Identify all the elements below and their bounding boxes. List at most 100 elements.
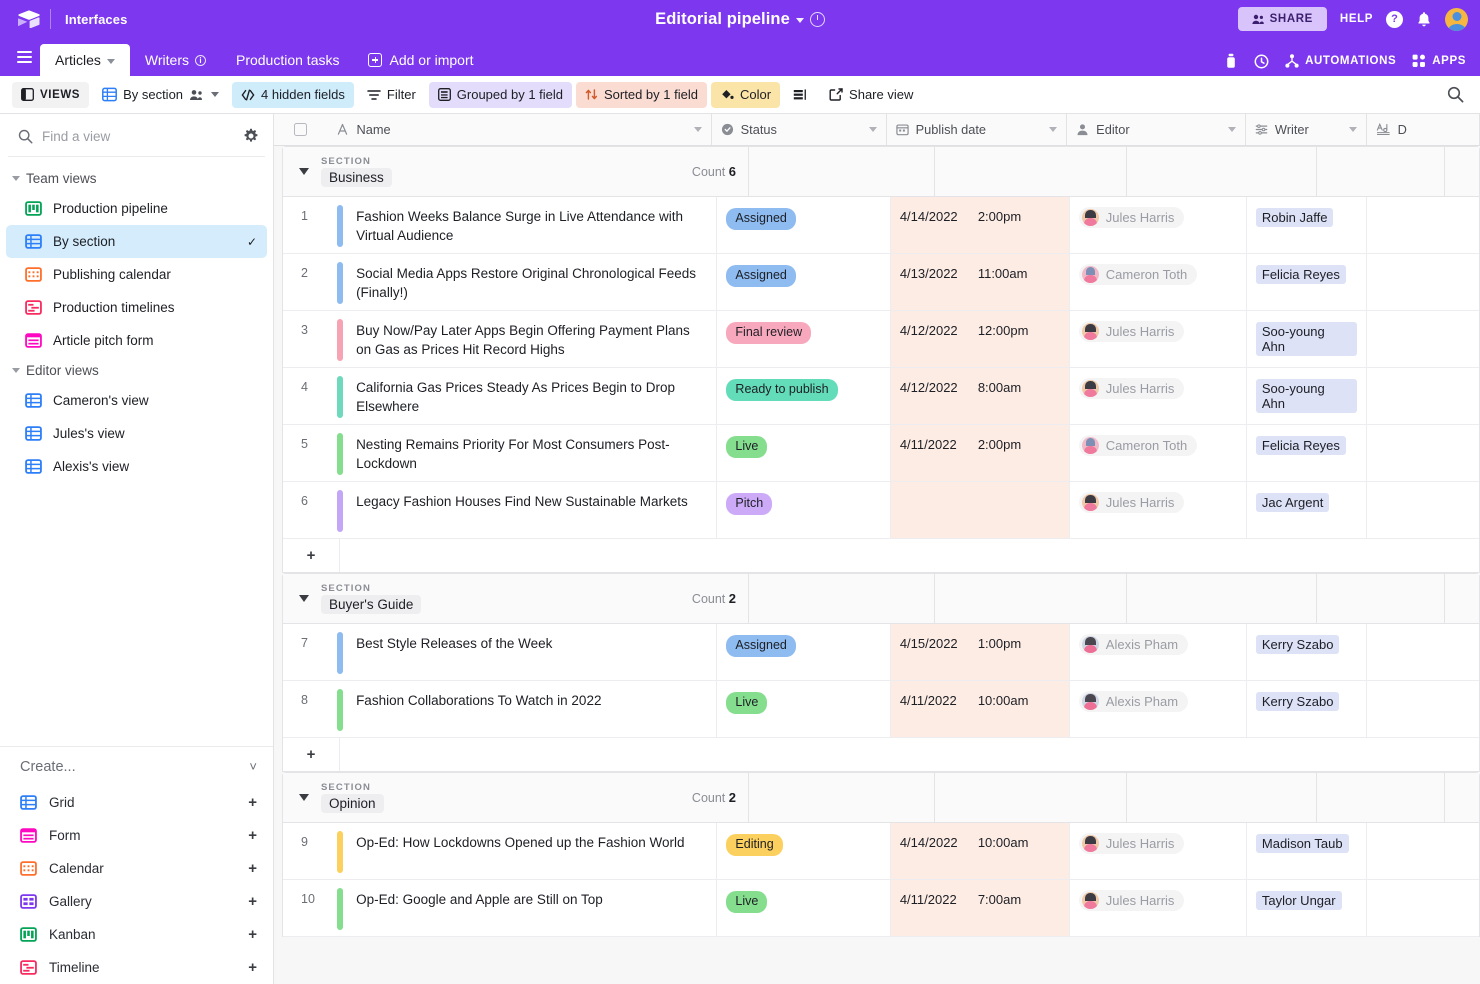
cell-publish-date[interactable]: 4/11/2022 2:00pm <box>890 425 1070 481</box>
filter-button[interactable]: Filter <box>358 82 425 108</box>
sidebar-toggle-icon[interactable] <box>8 38 40 76</box>
cell-name[interactable]: Fashion Weeks Balance Surge in Live Atte… <box>346 197 718 253</box>
chevron-down-icon[interactable] <box>106 58 115 64</box>
history-icon[interactable] <box>809 11 825 27</box>
plus-icon[interactable]: + <box>248 827 257 844</box>
cell-name[interactable]: Legacy Fashion Houses Find New Sustainab… <box>346 482 718 538</box>
plus-icon[interactable]: + <box>283 746 339 763</box>
group-button[interactable]: Grouped by 1 field <box>428 81 573 108</box>
hidden-fields-button[interactable]: 4 hidden fields <box>232 81 354 108</box>
tab-writers[interactable]: Writers i <box>130 44 221 76</box>
current-view-button[interactable]: By section <box>93 82 228 108</box>
cell-publish-date[interactable]: 4/14/2022 10:00am <box>890 823 1070 879</box>
help-question-icon[interactable]: ? <box>1386 10 1403 28</box>
user-avatar[interactable] <box>1445 7 1468 31</box>
table-row[interactable]: 4 California Gas Prices Steady As Prices… <box>283 368 1479 425</box>
section-header[interactable]: SECTION Buyer's Guide Count 2 <box>283 574 1479 624</box>
cell-description[interactable] <box>1367 197 1479 253</box>
sidebar-item-publishing-calendar[interactable]: Publishing calendar <box>6 258 267 291</box>
section-header[interactable]: SECTION Business Count 6 <box>283 147 1479 197</box>
cell-writer[interactable]: Taylor Ungar <box>1247 880 1367 936</box>
chevron-down-icon[interactable] <box>1348 127 1357 132</box>
sidebar-item-alexiss-view[interactable]: Alexis's view <box>6 450 267 483</box>
cell-publish-date[interactable]: 4/12/2022 8:00am <box>890 368 1070 424</box>
create-item-timeline[interactable]: Timeline + <box>0 951 273 984</box>
plus-icon[interactable]: + <box>248 926 257 943</box>
cell-status[interactable]: Editing <box>717 823 891 879</box>
add-or-import-button[interactable]: Add or import <box>354 44 487 76</box>
cell-publish-date[interactable]: 4/11/2022 10:00am <box>890 681 1070 737</box>
table-row[interactable]: 2 Social Media Apps Restore Original Chr… <box>283 254 1479 311</box>
cell-writer[interactable]: Felicia Reyes <box>1247 254 1367 310</box>
color-button[interactable]: Color <box>710 81 781 108</box>
row-height-button[interactable] <box>784 82 816 108</box>
table-row[interactable]: 6 Legacy Fashion Houses Find New Sustain… <box>283 482 1479 539</box>
create-item-kanban[interactable]: Kanban + <box>0 918 273 951</box>
table-row[interactable]: 10 Op-Ed: Google and Apple are Still on … <box>283 880 1479 937</box>
cell-writer[interactable]: Felicia Reyes <box>1247 425 1367 481</box>
trash-icon[interactable] <box>1224 53 1238 69</box>
cell-description[interactable] <box>1367 254 1479 310</box>
cell-editor[interactable]: Jules Harris <box>1070 197 1247 253</box>
select-all-checkbox[interactable] <box>294 123 308 136</box>
collapse-triangle-icon[interactable] <box>299 595 309 602</box>
cell-publish-date[interactable]: 4/15/2022 1:00pm <box>890 624 1070 680</box>
plus-icon[interactable]: + <box>283 547 339 564</box>
table-row[interactable]: 3 Buy Now/Pay Later Apps Begin Offering … <box>283 311 1479 368</box>
cell-status[interactable]: Live <box>717 880 891 936</box>
cell-editor[interactable]: Jules Harris <box>1070 368 1247 424</box>
table-row[interactable]: 9 Op-Ed: How Lockdowns Opened up the Fas… <box>283 823 1479 880</box>
sidebar-item-juless-view[interactable]: Jules's view <box>6 417 267 450</box>
collapse-triangle-icon[interactable] <box>299 168 309 175</box>
cell-description[interactable] <box>1367 425 1479 481</box>
find-view-input[interactable] <box>42 128 234 144</box>
cell-editor[interactable]: Jules Harris <box>1070 823 1247 879</box>
chevron-down-icon[interactable] <box>211 92 220 97</box>
add-row-business[interactable]: + <box>283 539 1479 573</box>
plus-icon[interactable]: + <box>248 794 257 811</box>
sort-button[interactable]: Sorted by 1 field <box>576 81 707 108</box>
cell-status[interactable]: Live <box>717 681 891 737</box>
cell-publish-date[interactable] <box>890 482 1070 538</box>
sidebar-item-by-section[interactable]: By section ✓ <box>6 225 267 258</box>
cell-editor[interactable]: Alexis Pham <box>1070 681 1247 737</box>
cell-description[interactable] <box>1367 681 1479 737</box>
column-header-writer[interactable]: Writer <box>1245 114 1367 145</box>
column-header-editor[interactable]: Editor <box>1067 114 1246 145</box>
cell-description[interactable] <box>1367 880 1479 936</box>
cell-description[interactable] <box>1367 823 1479 879</box>
plus-icon[interactable]: + <box>248 893 257 910</box>
add-row-buyers-guide[interactable]: + <box>283 738 1479 772</box>
share-view-button[interactable]: Share view <box>820 82 922 108</box>
chevron-down-icon[interactable]: ˅ <box>249 759 257 774</box>
chevron-down-icon[interactable] <box>795 18 804 23</box>
cell-writer[interactable]: Soo-young Ahn <box>1247 311 1367 367</box>
chevron-down-icon[interactable] <box>693 127 702 132</box>
column-header-name[interactable]: Name <box>327 114 712 145</box>
cell-description[interactable] <box>1367 624 1479 680</box>
chevron-down-icon[interactable] <box>1227 127 1236 132</box>
cell-publish-date[interactable]: 4/14/2022 2:00pm <box>890 197 1070 253</box>
cell-description[interactable] <box>1367 482 1479 538</box>
tab-articles[interactable]: Articles <box>40 44 130 76</box>
cell-name[interactable]: Best Style Releases of the Week <box>346 624 718 680</box>
chevron-down-icon[interactable] <box>1049 127 1058 132</box>
section-header[interactable]: SECTION Opinion Count 2 <box>283 773 1479 823</box>
cell-status[interactable]: Final review <box>717 311 891 367</box>
cell-status[interactable]: Assigned <box>717 197 891 253</box>
plus-icon[interactable]: + <box>248 860 257 877</box>
cell-publish-date[interactable]: 4/12/2022 12:00pm <box>890 311 1070 367</box>
cell-publish-date[interactable]: 4/13/2022 11:00am <box>890 254 1070 310</box>
page-title[interactable]: Editorial pipeline <box>655 10 790 29</box>
notifications-bell-icon[interactable] <box>1416 11 1432 28</box>
views-toggle-button[interactable]: VIEWS <box>12 81 90 108</box>
chevron-down-icon[interactable] <box>868 127 877 132</box>
search-button[interactable] <box>1447 86 1468 103</box>
create-item-calendar[interactable]: Calendar + <box>0 852 273 885</box>
cell-status[interactable]: Live <box>717 425 891 481</box>
snapshot-history-icon[interactable] <box>1254 54 1269 69</box>
cell-name[interactable]: Buy Now/Pay Later Apps Begin Offering Pa… <box>346 311 718 367</box>
cell-writer[interactable]: Madison Taub <box>1247 823 1367 879</box>
create-item-form[interactable]: Form + <box>0 819 273 852</box>
apps-button[interactable]: APPS <box>1412 54 1466 68</box>
